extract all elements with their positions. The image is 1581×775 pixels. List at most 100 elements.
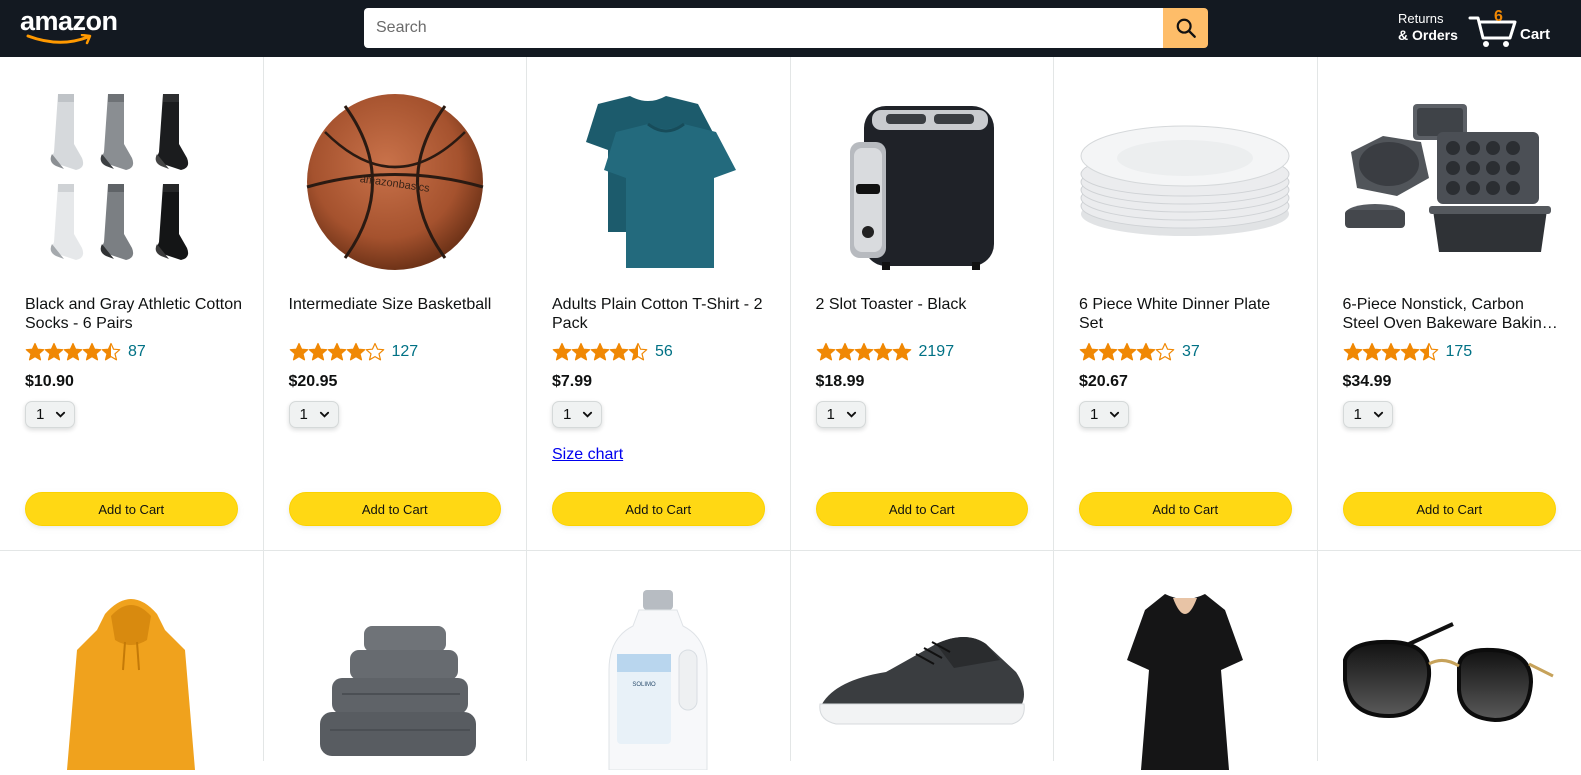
product-name[interactable]: Intermediate Size Basketball	[289, 295, 509, 333]
product-name[interactable]: 6 Piece White Dinner Plate Set	[1079, 295, 1299, 333]
star-icon	[289, 342, 309, 362]
add-to-cart-button[interactable]: Add to Cart	[289, 492, 502, 526]
add-to-cart-button[interactable]: Add to Cart	[1343, 492, 1557, 526]
star-icon	[1362, 342, 1382, 362]
star-icon	[82, 342, 102, 362]
rating-count-link[interactable]: 56	[655, 343, 673, 361]
quantity-select[interactable]: 1	[816, 401, 866, 428]
search-bar	[364, 8, 1208, 48]
product-price: $20.95	[289, 373, 338, 391]
product-card: 2 Slot Toaster - Black 2197 $18.99 1 Add…	[791, 57, 1055, 551]
search-icon	[1175, 17, 1197, 39]
product-rating: 127	[289, 341, 419, 363]
cart-count: 6	[1494, 8, 1503, 26]
product-name[interactable]: 6-Piece Nonstick, Carbon Steel Oven Bake…	[1343, 295, 1564, 333]
star-icon	[892, 342, 912, 362]
sunglasses-image[interactable]	[1343, 585, 1557, 775]
star-icon	[816, 342, 836, 362]
star-icon	[835, 342, 855, 362]
rating-count-link[interactable]: 175	[1446, 343, 1473, 361]
rating-stars-icon	[1343, 342, 1438, 362]
star-icon	[63, 342, 83, 362]
bakeware-image[interactable]	[1343, 87, 1557, 277]
returns-label: Returns	[1398, 11, 1458, 27]
rating-stars-icon	[289, 342, 384, 362]
rating-count-link[interactable]: 87	[128, 343, 146, 361]
star-icon	[1098, 342, 1118, 362]
logo-text: amazon	[20, 6, 118, 36]
product-price: $10.90	[25, 373, 74, 391]
star-icon	[1155, 342, 1175, 362]
quantity-select[interactable]: 1	[552, 401, 602, 428]
add-to-cart-button[interactable]: Add to Cart	[25, 492, 238, 526]
chevron-down-icon	[846, 409, 857, 420]
quantity-select[interactable]: 1	[1079, 401, 1129, 428]
product-price: $18.99	[816, 373, 865, 391]
cart-icon	[1468, 14, 1518, 48]
star-icon	[25, 342, 45, 362]
rating-stars-icon	[1079, 342, 1174, 362]
quantity-select[interactable]: 1	[1343, 401, 1393, 428]
sneaker-image[interactable]	[816, 585, 1029, 775]
product-card: Adults Plain Cotton T-Shirt - 2 Pack 56 …	[527, 57, 791, 551]
product-rating: 2197	[816, 341, 955, 363]
product-rating: 175	[1343, 341, 1473, 363]
quantity-value: 1	[1354, 406, 1362, 423]
add-to-cart-button[interactable]: Add to Cart	[552, 492, 765, 526]
add-to-cart-button[interactable]: Add to Cart	[816, 492, 1029, 526]
cart-label: Cart	[1520, 26, 1550, 43]
size-chart-link[interactable]: Size chart	[552, 446, 623, 464]
rating-count-link[interactable]: 2197	[919, 343, 955, 361]
rating-count-link[interactable]: 37	[1182, 343, 1200, 361]
product-card: 6 Piece White Dinner Plate Set 37 $20.67…	[1054, 57, 1318, 551]
search-input[interactable]	[364, 8, 1163, 48]
rating-stars-icon	[816, 342, 911, 362]
product-card: SOLIMO	[527, 551, 791, 761]
star-icon	[590, 342, 610, 362]
product-card	[791, 551, 1055, 761]
smile-icon	[26, 34, 94, 46]
returns-orders-link[interactable]: Returns & Orders	[1398, 11, 1458, 43]
toaster-image[interactable]	[816, 87, 1029, 277]
cart-button[interactable]: 6 Cart	[1468, 8, 1552, 48]
basketball-image[interactable]: amazonbasics	[289, 87, 502, 277]
product-rating: 56	[552, 341, 673, 363]
quantity-select[interactable]: 1	[289, 401, 339, 428]
product-card	[1318, 551, 1581, 761]
product-card: 6-Piece Nonstick, Carbon Steel Oven Bake…	[1318, 57, 1581, 551]
towels-image[interactable]	[289, 585, 502, 775]
tshirt-image[interactable]	[552, 87, 765, 277]
product-price: $34.99	[1343, 373, 1392, 391]
product-name[interactable]: 2 Slot Toaster - Black	[816, 295, 1036, 333]
star-icon	[1343, 342, 1363, 362]
star-icon	[365, 342, 385, 362]
product-card	[0, 551, 264, 761]
amazon-logo[interactable]: amazon	[20, 8, 124, 46]
detergent-image[interactable]: SOLIMO	[552, 585, 765, 775]
quantity-value: 1	[563, 406, 571, 423]
product-rating: 87	[25, 341, 146, 363]
svg-text:SOLIMO: SOLIMO	[633, 682, 657, 688]
product-card	[1054, 551, 1318, 761]
chevron-down-icon	[319, 409, 330, 420]
star-icon	[571, 342, 591, 362]
socks-image[interactable]	[25, 87, 238, 277]
product-rating: 37	[1079, 341, 1200, 363]
dress-image[interactable]	[1079, 585, 1292, 775]
rating-stars-icon	[552, 342, 647, 362]
star-icon	[101, 342, 121, 362]
star-icon	[1419, 342, 1439, 362]
rating-stars-icon	[25, 342, 120, 362]
plates-image[interactable]	[1079, 87, 1292, 277]
product-name[interactable]: Adults Plain Cotton T-Shirt - 2 Pack	[552, 295, 772, 333]
add-to-cart-button[interactable]: Add to Cart	[1079, 492, 1292, 526]
chevron-down-icon	[1373, 409, 1384, 420]
rating-count-link[interactable]: 127	[392, 343, 419, 361]
star-icon	[1079, 342, 1099, 362]
search-button[interactable]	[1163, 8, 1208, 48]
star-icon	[609, 342, 629, 362]
quantity-select[interactable]: 1	[25, 401, 75, 428]
hoodie-image[interactable]	[25, 585, 238, 775]
product-name[interactable]: Black and Gray Athletic Cotton Socks - 6…	[25, 295, 245, 333]
star-icon	[628, 342, 648, 362]
